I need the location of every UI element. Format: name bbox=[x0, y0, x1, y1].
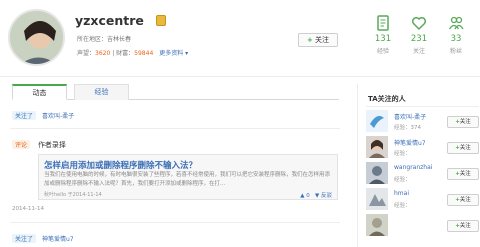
fan-avatar[interactable] bbox=[366, 136, 388, 158]
profile-meta: 声望：3620 | 财富：59844 更多资料 ▾ bbox=[77, 50, 189, 57]
fan-follow-button[interactable]: +关注 bbox=[447, 168, 479, 180]
fan-item: hmai 经验： +关注 bbox=[366, 188, 479, 212]
follow-button[interactable]: + 关注 bbox=[298, 33, 338, 47]
tab-experience[interactable]: 经验 bbox=[74, 84, 129, 100]
wealth-value: 59844 bbox=[134, 50, 154, 57]
tab-activity[interactable]: 动态 bbox=[12, 84, 67, 100]
feed-tag: 关注了 bbox=[12, 111, 37, 120]
location: 所在地区：吉林长春 bbox=[77, 36, 132, 43]
article-meta: 秋叶hello 于2014-11-14 bbox=[44, 192, 102, 198]
feed-item-follow: 关注了 喜欢叫-柔子 bbox=[12, 111, 74, 120]
fan-item: 神笔爱情u7 经验： +关注 bbox=[366, 136, 479, 160]
feed-tag: 评论 bbox=[12, 140, 31, 149]
more-info-link[interactable]: 更多资料 ▾ bbox=[159, 50, 188, 57]
fan-name[interactable]: hmai bbox=[394, 190, 409, 197]
article-card[interactable]: 怎样启用添加或删除程序删除不输入法？ 当我们在使用电脑的时候，有时电脑很安装了些… bbox=[38, 154, 338, 200]
fan-avatar[interactable] bbox=[366, 162, 388, 184]
heart-icon bbox=[411, 16, 427, 31]
feed-action: 作者录择 bbox=[37, 141, 66, 149]
sidebar-divider bbox=[366, 106, 479, 107]
profile-header: yzxcentre 所在地区：吉林长春 声望：3620 | 财富：59844 更… bbox=[0, 0, 480, 75]
feed-item-follow: 关注了 神笔爱情u7 bbox=[12, 234, 74, 243]
tab-bar: 动态 经验 bbox=[12, 84, 339, 100]
fan-name[interactable]: 神笔爱情u7 bbox=[394, 138, 426, 147]
fan-follow-button[interactable]: +关注 bbox=[447, 194, 479, 206]
reputation-value: 3620 bbox=[95, 50, 111, 57]
fan-avatar[interactable] bbox=[366, 188, 388, 210]
fan-experience: 经验： bbox=[394, 203, 411, 209]
document-icon bbox=[377, 15, 389, 31]
fan-follow-button[interactable]: +关注 bbox=[447, 116, 479, 128]
medal-icon bbox=[156, 15, 166, 26]
article-excerpt: 当我们在使用电脑的时候，有时电脑很安装了些程序，若喜不经常使用，我们可以把它安装… bbox=[44, 172, 331, 187]
stat-following[interactable]: 231 关注 bbox=[399, 15, 439, 55]
feed-user-link[interactable]: 喜欢叫-柔子 bbox=[42, 113, 74, 120]
vote-down-button[interactable]: ▼ 反驳 bbox=[315, 193, 332, 199]
fan-name[interactable]: 喜欢叫-柔子 bbox=[394, 112, 426, 121]
fan-follow-button[interactable]: +关注 bbox=[447, 220, 479, 232]
fan-follow-button[interactable]: +关注 bbox=[447, 142, 479, 154]
feed-user-link[interactable]: 神笔爱情u7 bbox=[42, 236, 74, 243]
feed-timestamp: 2014-11-14 bbox=[12, 206, 44, 212]
vote-up-button[interactable]: ▲ 0 bbox=[300, 193, 309, 199]
user-avatar[interactable] bbox=[8, 9, 65, 66]
following-sidebar: TA关注的人 喜欢叫-柔子 经验：374 +关注 神笔爱情u7 经验： +关注 … bbox=[357, 84, 480, 247]
feed-divider bbox=[10, 128, 340, 129]
fan-item: +关注 bbox=[366, 214, 479, 238]
feed-item-comment: 评论 作者录择 bbox=[12, 140, 66, 150]
stat-experience[interactable]: 131 经验 bbox=[363, 15, 403, 55]
users-icon bbox=[448, 16, 464, 30]
fan-name[interactable]: wangranzhai bbox=[394, 164, 432, 171]
sidebar-title: TA关注的人 bbox=[368, 95, 406, 103]
fan-item: wangranzhai 经验： +关注 bbox=[366, 162, 479, 186]
stat-fans[interactable]: 33 粉丝 bbox=[436, 15, 476, 55]
header-divider bbox=[0, 76, 480, 77]
feed-divider bbox=[10, 222, 340, 223]
fan-avatar[interactable] bbox=[366, 110, 388, 132]
fan-experience: 经验： bbox=[394, 151, 411, 157]
article-actions: ▲ 0 ▼ 反驳 bbox=[300, 191, 332, 199]
fan-item: 喜欢叫-柔子 经验：374 +关注 bbox=[366, 110, 479, 134]
fan-experience: 经验：374 bbox=[394, 125, 421, 131]
fan-experience: 经验： bbox=[394, 177, 411, 183]
article-title[interactable]: 怎样启用添加或删除程序删除不输入法？ bbox=[44, 159, 197, 171]
username: yzxcentre bbox=[75, 13, 144, 28]
fan-avatar[interactable] bbox=[366, 214, 388, 236]
feed-tag: 关注了 bbox=[12, 234, 37, 243]
